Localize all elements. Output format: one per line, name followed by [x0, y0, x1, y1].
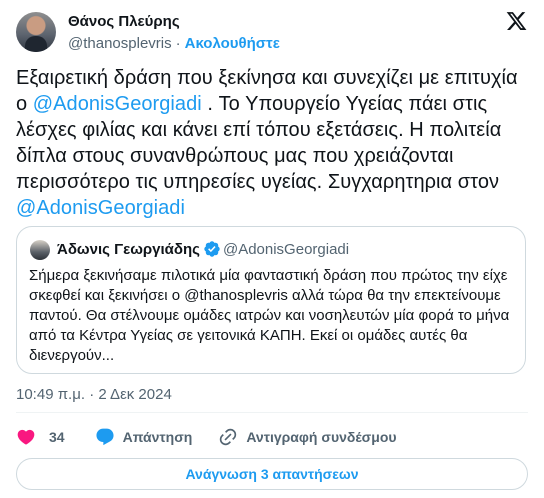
follow-button[interactable]: Ακολουθήστε — [185, 35, 280, 52]
mention-link[interactable]: @AdonisGeorgiadi — [16, 197, 185, 219]
quoted-author-header: Άδωνις Γεωργιάδης @AdonisGeorgiadi — [57, 240, 349, 258]
action-bar: 34 Απάντηση Αντιγραφή συνδέσμου — [16, 426, 397, 448]
quoted-tweet-text: Σήμερα ξεκινήσαμε πιλοτικά μία φανταστικ… — [29, 267, 510, 364]
reply-icon — [96, 428, 114, 446]
copy-link-button[interactable]: Αντιγραφή συνδέσμου — [218, 427, 397, 447]
divider — [16, 412, 528, 413]
heart-icon — [17, 429, 35, 445]
reply-button[interactable]: Απάντηση — [95, 427, 193, 447]
quoted-author-name: Άδωνις Γεωργιάδης — [57, 241, 200, 258]
tweet-timestamp[interactable]: 10:49 π.μ. · 2 Δεκ 2024 — [16, 386, 172, 403]
mention-link[interactable]: @AdonisGeorgiadi — [33, 93, 202, 115]
quoted-tweet[interactable]: Άδωνις Γεωργιάδης @AdonisGeorgiadi Σήμερα… — [16, 226, 526, 374]
like-button[interactable]: 34 — [16, 427, 65, 447]
author-meta: @thanosplevris · Ακολουθήστε — [68, 35, 280, 52]
separator-dot: · — [175, 35, 181, 52]
tweet-card: Θάνος Πλεύρης @thanosplevris · Ακολουθήστε… — [0, 0, 544, 498]
link-icon — [220, 428, 237, 446]
verified-badge-icon — [204, 241, 220, 257]
x-logo-icon[interactable] — [505, 10, 528, 32]
author-name[interactable]: Θάνος Πλεύρης — [68, 13, 180, 30]
quoted-author-handle: @AdonisGeorgiadi — [222, 241, 350, 258]
author-handle[interactable]: @thanosplevris — [68, 35, 172, 52]
read-replies-button[interactable]: Ανάγνωση 3 απαντήσεων — [16, 458, 528, 490]
like-count: 34 — [49, 429, 65, 445]
author-avatar[interactable] — [16, 12, 56, 52]
tweet-text: Εξαιρετική δράση που ξεκίνησα και συνεχί… — [16, 65, 531, 221]
reply-label: Απάντηση — [122, 429, 193, 445]
quoted-author-avatar — [30, 240, 50, 260]
copy-link-label: Αντιγραφή συνδέσμου — [246, 429, 397, 445]
